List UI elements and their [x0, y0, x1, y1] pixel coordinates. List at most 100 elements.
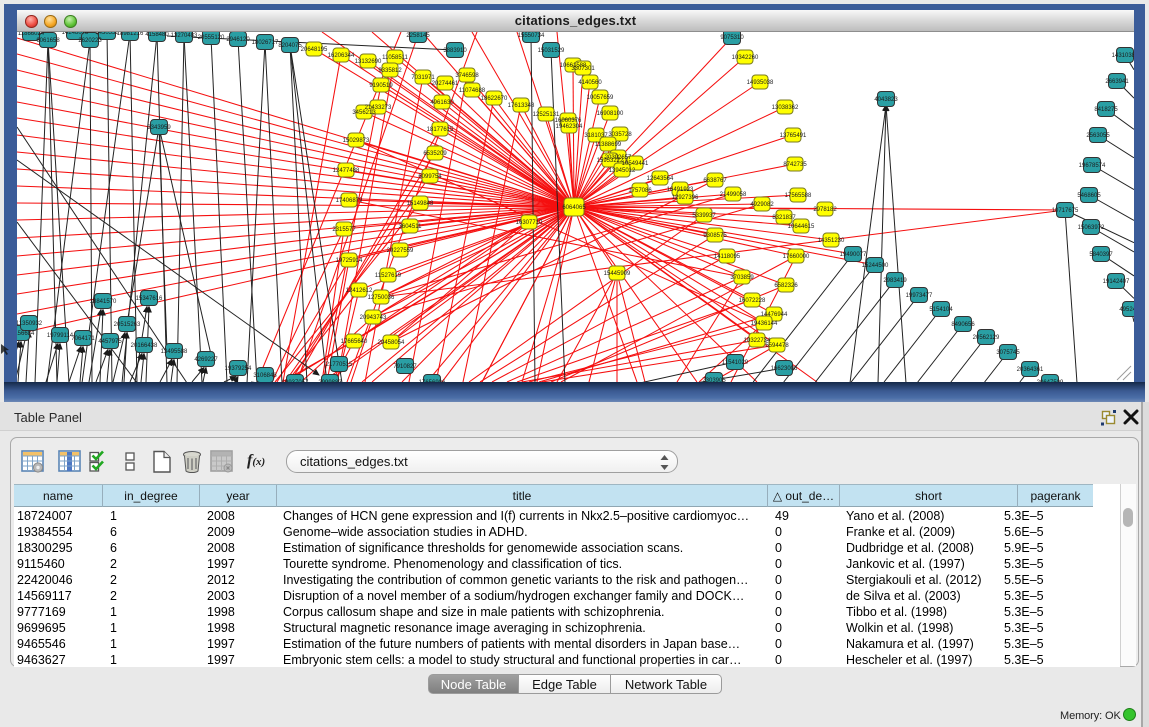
svg-text:2258145: 2258145 [406, 33, 430, 39]
svg-text:1757086: 1757086 [628, 188, 652, 194]
svg-text:15029873: 15029873 [343, 138, 370, 144]
svg-text:11541029: 11541029 [722, 360, 749, 366]
svg-text:5594478: 5594478 [765, 343, 789, 349]
svg-text:19142407: 19142407 [1103, 279, 1130, 285]
svg-text:2620223: 2620223 [78, 38, 102, 44]
svg-text:2563055: 2563055 [1086, 133, 1110, 139]
svg-text:15063972: 15063972 [1078, 225, 1105, 231]
svg-text:3106848: 3106848 [253, 373, 277, 379]
svg-text:20166438: 20166438 [131, 343, 158, 349]
svg-text:4961630: 4961630 [430, 100, 454, 106]
svg-text:5840397: 5840397 [1089, 252, 1113, 258]
svg-text:12477488: 12477488 [333, 168, 360, 174]
svg-text:15953222: 15953222 [597, 158, 624, 164]
svg-text:15347616: 15347616 [136, 296, 163, 302]
svg-text:8204075: 8204075 [278, 43, 302, 49]
svg-text:18026717: 18026717 [252, 40, 279, 46]
svg-text:18177615: 18177615 [427, 127, 454, 133]
svg-text:11058511: 11058511 [382, 55, 408, 61]
svg-text:4158480: 4158480 [145, 32, 169, 38]
svg-text:18622670: 18622670 [481, 96, 508, 102]
svg-text:14351230: 14351230 [818, 238, 845, 244]
svg-text:20227559: 20227559 [387, 248, 414, 254]
svg-text:13765491: 13765491 [780, 133, 807, 139]
svg-text:12927396: 12927396 [672, 195, 699, 201]
svg-text:9075310: 9075310 [720, 35, 744, 41]
svg-text:14310388: 14310388 [1112, 53, 1134, 59]
svg-text:19462304: 19462304 [556, 124, 583, 130]
svg-text:17565588: 17565588 [785, 193, 812, 199]
svg-text:19973477: 19973477 [906, 293, 933, 299]
svg-text:3035728: 3035728 [608, 132, 632, 138]
svg-text:14935038: 14935038 [747, 80, 774, 86]
svg-text:7064171: 7064171 [71, 336, 95, 342]
svg-text:6638767: 6638767 [703, 178, 727, 184]
svg-text:20562129: 20562129 [973, 335, 1000, 341]
svg-text:13945012: 13945012 [609, 168, 636, 174]
svg-text:9308575: 9308575 [703, 233, 727, 239]
svg-text:19725914: 19725914 [336, 258, 363, 264]
svg-text:21499058: 21499058 [720, 192, 747, 198]
svg-text:4929082: 4929082 [750, 202, 774, 208]
svg-text:15244500: 15244500 [862, 263, 889, 269]
svg-text:3746598: 3746598 [455, 73, 479, 79]
svg-text:5468605: 5468605 [1077, 193, 1101, 199]
svg-text:3703859: 3703859 [730, 275, 754, 281]
svg-text:16072228: 16072228 [739, 298, 766, 304]
svg-text:7910827: 7910827 [393, 364, 417, 370]
svg-text:20515263: 20515263 [114, 322, 141, 328]
svg-text:15149848: 15149848 [407, 201, 434, 207]
svg-text:3883910: 3883910 [443, 48, 467, 54]
svg-text:12412612: 12412612 [346, 288, 373, 294]
svg-text:8490656: 8490656 [951, 322, 975, 328]
svg-text:9190519: 9190519 [369, 83, 393, 89]
svg-text:14476944: 14476944 [761, 312, 788, 318]
svg-text:12750036: 12750036 [368, 295, 395, 301]
svg-text:19436144: 19436144 [751, 321, 778, 327]
svg-text:10057659: 10057659 [587, 95, 614, 101]
svg-text:18841570: 18841570 [90, 299, 117, 305]
svg-text:2946120: 2946120 [226, 37, 250, 43]
svg-text:3181037: 3181037 [584, 133, 608, 139]
svg-text:8742735: 8742735 [783, 162, 807, 168]
svg-text:16206344: 16206344 [328, 53, 355, 59]
svg-text:10644615: 10644615 [788, 224, 815, 230]
svg-text:15445909: 15445909 [604, 271, 631, 277]
svg-text:5339937: 5339937 [692, 213, 716, 219]
svg-text:6099754: 6099754 [418, 174, 442, 180]
svg-text:13038362: 13038362 [772, 105, 799, 111]
svg-text:18981216: 18981216 [117, 32, 144, 37]
svg-text:16307710: 16307710 [516, 220, 543, 226]
svg-text:13495588: 13495588 [161, 349, 188, 355]
svg-text:20943743: 20943743 [360, 315, 387, 321]
svg-text:10342260: 10342260 [732, 55, 759, 61]
svg-text:4269227: 4269227 [194, 357, 218, 363]
svg-text:12643564: 12643564 [647, 176, 674, 182]
svg-text:3075745: 3075745 [996, 350, 1020, 356]
svg-text:11527619: 11527619 [375, 273, 402, 279]
svg-text:16491923: 16491923 [667, 187, 694, 193]
svg-text:9335812: 9335812 [378, 68, 402, 74]
svg-text:10717675: 10717675 [1052, 208, 1079, 214]
svg-text:19678574: 19678574 [1079, 163, 1106, 169]
svg-text:4140560: 4140560 [578, 80, 602, 86]
svg-text:6061658: 6061658 [36, 38, 60, 44]
svg-text:14248078: 14248078 [62, 32, 89, 36]
svg-text:17665640: 17665640 [341, 339, 368, 345]
svg-text:19379254: 19379254 [225, 366, 252, 372]
svg-text:2315577: 2315577 [332, 227, 356, 233]
svg-text:13132690: 13132690 [355, 59, 382, 65]
svg-text:17406879: 17406879 [336, 198, 363, 204]
svg-text:6582326: 6582326 [774, 283, 798, 289]
svg-text:16623006: 16623006 [771, 366, 798, 372]
svg-text:6064065: 6064065 [562, 205, 586, 211]
svg-text:11388699: 11388699 [595, 142, 622, 148]
svg-text:5154104: 5154104 [929, 307, 953, 313]
svg-text:19799114: 19799114 [47, 333, 74, 339]
svg-text:15550734: 15550734 [518, 33, 545, 39]
svg-text:3343959: 3343959 [147, 125, 171, 131]
svg-text:3456213: 3456213 [352, 110, 376, 116]
svg-text:17613348: 17613348 [508, 103, 535, 109]
svg-text:2663941: 2663941 [1105, 79, 1129, 85]
svg-text:6535209: 6535209 [423, 151, 447, 157]
